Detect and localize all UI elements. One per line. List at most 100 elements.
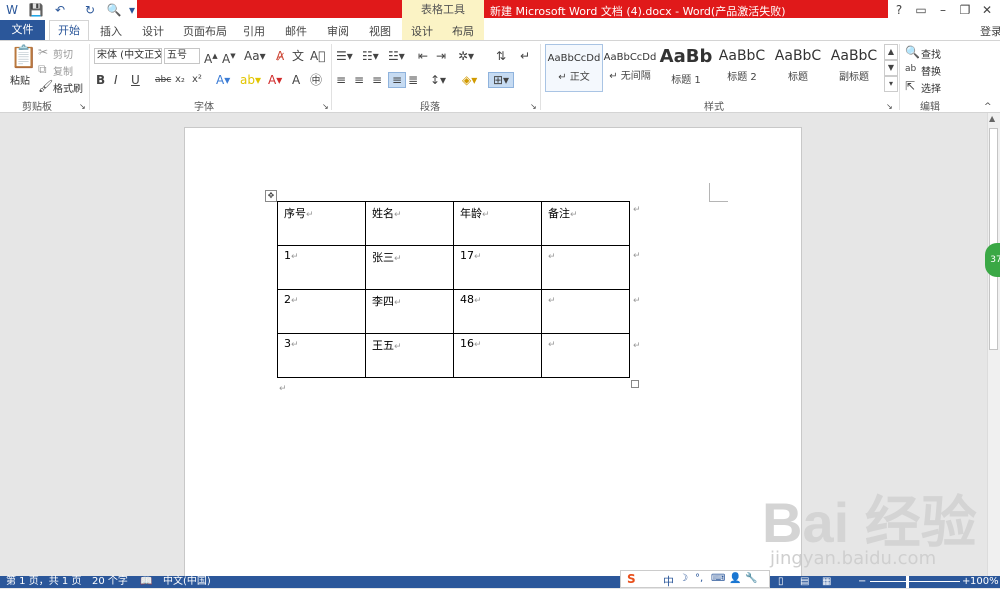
ime-width-icon[interactable]: ☽: [679, 573, 688, 584]
cut-icon[interactable]: ✂: [38, 45, 48, 59]
table-cell[interactable]: 李四↵: [365, 289, 454, 334]
clear-formatting-icon[interactable]: A̷: [276, 49, 284, 63]
replace-button[interactable]: 替换: [921, 63, 941, 78]
tab-file[interactable]: 文件: [0, 20, 45, 40]
restore-button[interactable]: ❐: [956, 2, 974, 18]
read-mode-icon[interactable]: ▯: [778, 576, 784, 588]
cut-button[interactable]: 剪切: [53, 46, 73, 61]
bullets-icon[interactable]: ☰▾: [336, 49, 353, 63]
zoom-level[interactable]: 100%: [970, 576, 999, 588]
tab-mailings[interactable]: 邮件: [285, 23, 307, 39]
print-preview-icon[interactable]: 🔍: [106, 2, 122, 18]
paste-icon[interactable]: 📋: [10, 46, 37, 70]
select-button[interactable]: 选择: [921, 80, 941, 95]
find-icon[interactable]: 🔍: [905, 45, 920, 59]
tab-insert[interactable]: 插入: [100, 23, 122, 39]
table-cell[interactable]: 张三↵: [365, 245, 454, 290]
style-no-spacing[interactable]: AaBbCcDd ↵ 无间隔: [602, 44, 658, 90]
table-resize-handle-icon[interactable]: [631, 380, 639, 388]
tab-references[interactable]: 引用: [243, 23, 265, 39]
paste-button[interactable]: 粘贴: [10, 72, 30, 87]
styles-more-icon[interactable]: ▾: [884, 76, 898, 92]
style-normal[interactable]: AaBbCcDd ↵ 正文: [545, 44, 603, 92]
word-count[interactable]: 20 个字: [92, 576, 128, 588]
strikethrough-button[interactable]: abc: [155, 73, 171, 87]
ime-punct-icon[interactable]: °,: [695, 573, 703, 584]
table-cell[interactable]: 48↵: [453, 289, 542, 334]
table-cell[interactable]: 王五↵: [365, 333, 454, 378]
undo-icon[interactable]: ↶: [52, 2, 68, 18]
copy-icon[interactable]: ⧉: [38, 62, 47, 76]
enclosed-characters-icon[interactable]: ㊥: [310, 73, 322, 87]
numbering-icon[interactable]: ☷▾: [362, 49, 379, 63]
asian-layout-icon[interactable]: ✲▾: [458, 49, 474, 63]
ime-toolbar[interactable]: S 中 ☽ °, ⌨ 👤 🔧: [620, 570, 770, 588]
styles-scroll-down-icon[interactable]: ▼: [884, 60, 898, 76]
format-painter-icon[interactable]: 🖌: [38, 79, 53, 93]
multilevel-list-icon[interactable]: ☳▾: [388, 49, 405, 63]
shading-icon[interactable]: ◈▾: [462, 73, 477, 87]
align-right-icon[interactable]: ≡: [372, 73, 382, 87]
align-center-icon[interactable]: ≡: [354, 73, 364, 87]
ime-user-icon[interactable]: 👤: [729, 573, 741, 584]
ime-tools-icon[interactable]: 🔧: [745, 573, 757, 584]
bold-button[interactable]: B: [96, 73, 105, 87]
grow-font-icon[interactable]: A▲: [204, 49, 218, 66]
page-count[interactable]: 第 1 页，共 1 页: [6, 576, 81, 588]
format-painter-button[interactable]: 格式刷: [53, 80, 83, 95]
sort-icon[interactable]: ⇅: [496, 49, 506, 63]
collapse-ribbon-icon[interactable]: ^: [984, 100, 992, 114]
find-button[interactable]: 查找: [921, 46, 941, 61]
style-title[interactable]: AaBbC 标题: [770, 44, 826, 90]
scrollbar-thumb[interactable]: [989, 128, 998, 350]
table-cell[interactable]: 姓名↵: [365, 201, 454, 246]
subscript-button[interactable]: x₂: [175, 73, 185, 87]
table-cell[interactable]: 3↵: [277, 333, 366, 378]
borders-icon[interactable]: ⊞▾: [488, 72, 514, 88]
table-cell[interactable]: 16↵: [453, 333, 542, 378]
tab-review[interactable]: 审阅: [327, 23, 349, 39]
web-layout-icon[interactable]: ▦: [822, 576, 831, 588]
ime-keyboard-icon[interactable]: ⌨: [711, 573, 725, 584]
side-badge[interactable]: 37: [985, 243, 1000, 277]
character-shading-icon[interactable]: A: [292, 73, 300, 87]
font-size-combo[interactable]: 五号: [164, 48, 200, 64]
table-cell[interactable]: ↵: [541, 245, 630, 290]
clipboard-launcher-icon[interactable]: ↘: [79, 100, 86, 114]
change-case-icon[interactable]: Aa▾: [244, 49, 266, 63]
tab-design[interactable]: 设计: [142, 23, 164, 39]
align-left-icon[interactable]: ≡: [336, 73, 346, 87]
table-move-handle-icon[interactable]: ✥: [265, 190, 277, 202]
style-heading-1[interactable]: AaBb 标题 1: [658, 44, 714, 90]
distributed-icon[interactable]: ≣: [408, 73, 418, 87]
login-link[interactable]: 登录: [980, 23, 1000, 39]
show-marks-icon[interactable]: ↵: [520, 49, 530, 63]
data-table[interactable]: 序号↵ 姓名↵ 年龄↵ 备注↵ 1↵ 张三↵ 17↵ ↵ 2↵ 李四↵ 48↵ …: [277, 201, 630, 378]
highlight-color-icon[interactable]: ab▾: [240, 73, 261, 87]
style-subtitle[interactable]: AaBbC 副标题: [826, 44, 882, 90]
underline-button[interactable]: U: [131, 73, 140, 87]
language-indicator[interactable]: 中文(中国): [163, 576, 211, 588]
table-cell[interactable]: 年龄↵: [453, 201, 542, 246]
ime-mode-icon[interactable]: 中: [663, 573, 674, 589]
table-cell[interactable]: ↵: [541, 289, 630, 334]
italic-button[interactable]: I: [114, 73, 118, 87]
minimize-button[interactable]: –: [934, 2, 952, 18]
zoom-out-icon[interactable]: −: [858, 576, 866, 588]
table-cell[interactable]: 17↵: [453, 245, 542, 290]
table-cell[interactable]: ↵: [541, 333, 630, 378]
tab-page-layout[interactable]: 页面布局: [183, 23, 227, 39]
redo-icon[interactable]: ↻: [82, 2, 98, 18]
zoom-slider-thumb[interactable]: [906, 576, 909, 588]
proofing-icon[interactable]: 📖: [140, 576, 152, 588]
ribbon-display-options-icon[interactable]: ▭: [912, 2, 930, 18]
sogou-logo-icon[interactable]: S: [627, 572, 636, 586]
shrink-font-icon[interactable]: A▼: [222, 49, 236, 66]
paragraph-launcher-icon[interactable]: ↘: [530, 100, 537, 114]
line-spacing-icon[interactable]: ↕▾: [430, 73, 446, 87]
copy-button[interactable]: 复制: [53, 63, 73, 78]
font-name-combo[interactable]: 宋体 (中文正文): [94, 48, 162, 64]
text-effects-icon[interactable]: A▾: [216, 73, 230, 87]
select-icon[interactable]: ⇱: [905, 79, 915, 93]
close-button[interactable]: ✕: [978, 2, 996, 18]
